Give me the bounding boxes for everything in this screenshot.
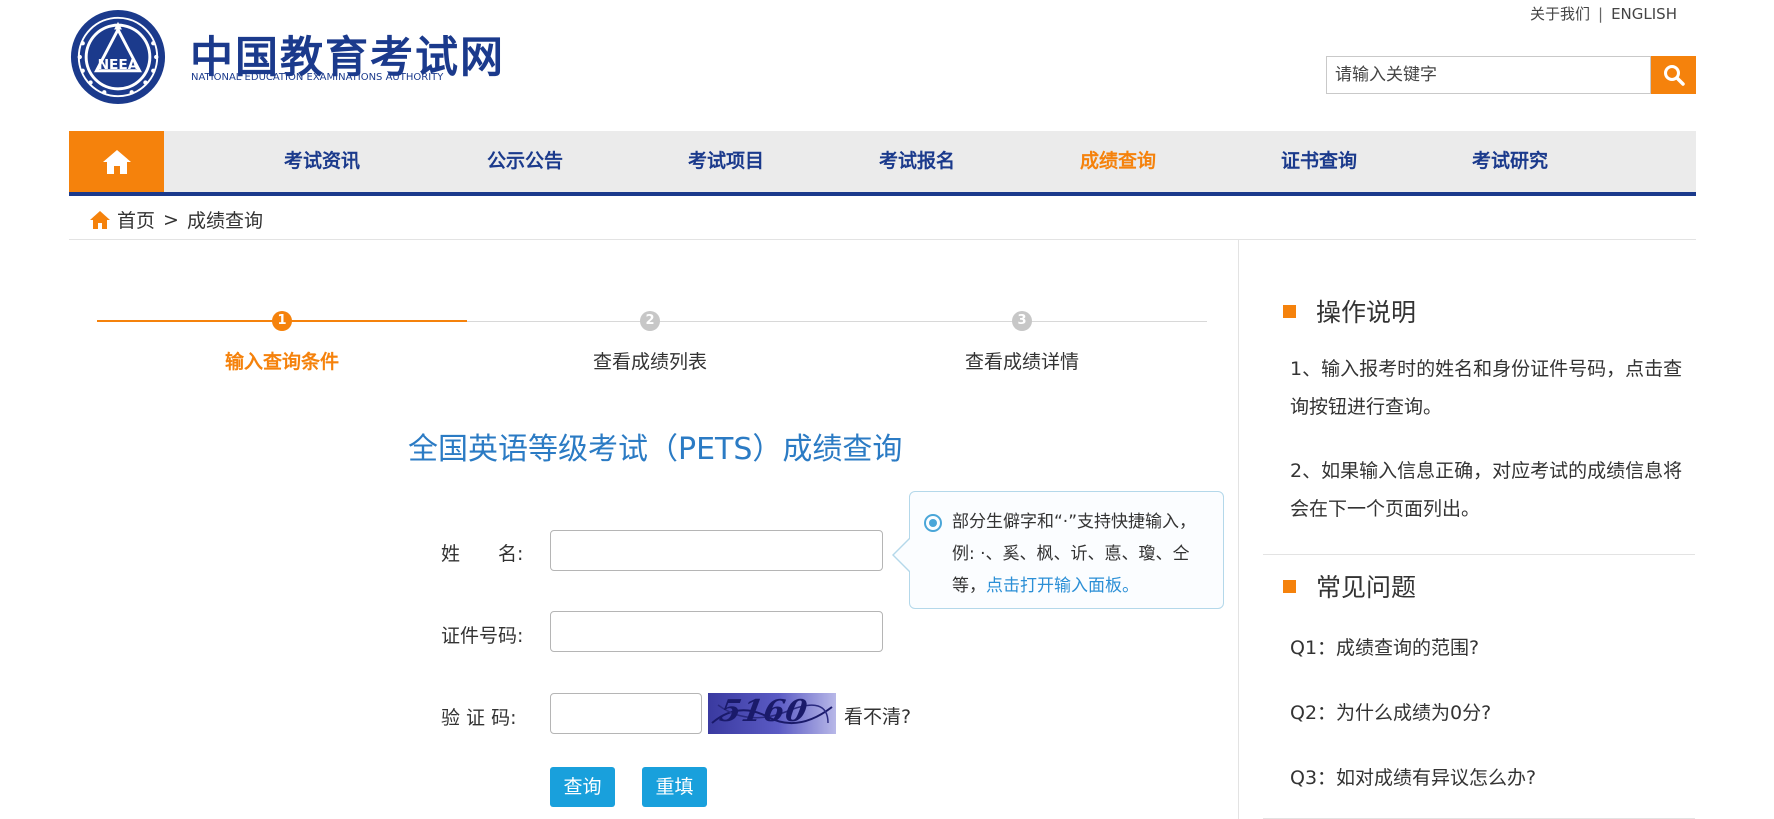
site-logo-subtitle: NATIONAL EDUCATION EXAMINATIONS AUTHORIT… <box>191 72 444 83</box>
nav-home-button[interactable] <box>69 131 164 192</box>
input-tip-bubble: 部分生僻字和“·”支持快捷输入，例: ·、奚、枫、䜣、悳、瓊、仝等，点击打开输入… <box>909 491 1224 609</box>
home-icon <box>102 149 131 174</box>
instruction-2: 2、如果输入信息正确，对应考试的成绩信息将会在下一个页面列出。 <box>1290 460 1683 520</box>
top-links-separator: | <box>1598 5 1604 23</box>
breadcrumb-current: 成绩查询 <box>186 210 263 232</box>
captcha-text: 5160 <box>716 694 811 729</box>
faq-title: 常见问题 <box>1316 573 1417 602</box>
captcha-refresh-link[interactable]: 看不清? <box>844 702 911 729</box>
nav-item-registration[interactable]: 考试报名 <box>879 131 955 192</box>
faq-item-3[interactable]: Q3：如对成绩有异议怎么办? <box>1290 763 1536 790</box>
logo-emblem-text: NEEA <box>98 57 139 73</box>
step-3-label: 查看成绩详情 <box>964 351 1079 373</box>
breadcrumb-separator: > <box>163 208 179 231</box>
instructions-bullet-icon <box>1283 304 1296 318</box>
id-number-label: 证件号码: <box>441 625 524 647</box>
step-3-marker: 3 <box>1012 311 1032 331</box>
query-button[interactable]: 查询 <box>550 767 615 807</box>
breadcrumb-divider <box>69 239 1696 240</box>
tip-radio-icon <box>924 514 942 532</box>
name-label: 姓 名: <box>441 543 524 565</box>
breadcrumb: 首页 > 成绩查询 <box>89 206 263 233</box>
step-1-label: 输入查询条件 <box>224 351 339 373</box>
reset-button[interactable]: 重填 <box>642 767 707 807</box>
top-links: 关于我们 | ENGLISH <box>1530 3 1677 24</box>
sidebar-divider <box>1238 240 1239 819</box>
search-button[interactable] <box>1651 56 1696 94</box>
search-box <box>1326 56 1696 94</box>
nav-item-exam-projects[interactable]: 考试项目 <box>688 131 764 192</box>
captcha-input[interactable] <box>550 693 702 734</box>
nav-item-score-query[interactable]: 成绩查询 <box>1080 131 1156 192</box>
nav-item-announcements[interactable]: 公示公告 <box>487 131 563 192</box>
faq-item-2[interactable]: Q2：为什么成绩为0分? <box>1290 698 1491 725</box>
search-icon <box>1663 65 1685 86</box>
nav-item-exam-research[interactable]: 考试研究 <box>1472 131 1548 192</box>
step-2-label: 查看成绩列表 <box>592 351 707 373</box>
open-input-panel-link[interactable]: 点击打开输入面板。 <box>986 576 1139 596</box>
instructions-title: 操作说明 <box>1316 298 1417 327</box>
tip-arrow-fill <box>894 539 910 571</box>
about-us-link[interactable]: 关于我们 <box>1530 3 1590 24</box>
faq-bullet-icon <box>1283 579 1296 593</box>
neea-logo-emblem[interactable]: NEEA <box>69 8 167 106</box>
faq-item-1[interactable]: Q1：成绩查询的范围? <box>1290 633 1479 660</box>
breadcrumb-home[interactable]: 首页 <box>117 206 155 233</box>
english-link[interactable]: ENGLISH <box>1611 5 1677 23</box>
main-nav: 考试资讯 公示公告 考试项目 考试报名 成绩查询 证书查询 考试研究 <box>69 131 1696 196</box>
instruction-1: 1、输入报考时的姓名和身份证件号码，点击查询按钮进行查询。 <box>1290 358 1683 418</box>
step-2-marker: 2 <box>640 311 660 331</box>
breadcrumb-home-icon <box>90 210 110 229</box>
search-input[interactable] <box>1326 56 1651 94</box>
nav-item-certificate-query[interactable]: 证书查询 <box>1281 131 1357 192</box>
captcha-label: 验 证 码: <box>441 707 517 729</box>
step-1-marker: 1 <box>272 311 292 331</box>
instructions-heading: 操作说明 <box>1283 293 1416 329</box>
faq-heading: 常见问题 <box>1283 568 1416 604</box>
nav-item-exam-news[interactable]: 考试资讯 <box>284 131 360 192</box>
form-title: 全国英语等级考试（PETS）成绩查询 <box>408 432 903 467</box>
name-input[interactable] <box>550 530 883 571</box>
id-number-input[interactable] <box>550 611 883 652</box>
captcha-image[interactable]: 5160 <box>708 693 836 734</box>
sidebar-section-divider <box>1263 554 1695 555</box>
